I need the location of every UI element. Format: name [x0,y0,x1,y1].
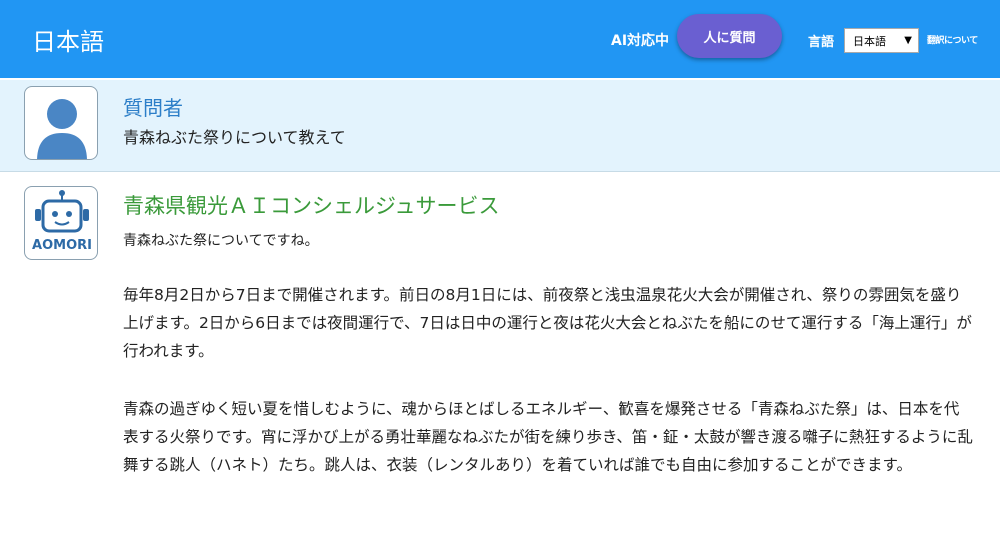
about-translation-link[interactable]: 翻訳について [927,33,978,46]
bot-sender-name: 青森県観光ＡＩコンシェルジュサービス [123,194,500,218]
caret-down-icon: ▼ [904,35,912,46]
app-title: 日本語 [32,28,104,56]
logo-text: AOMORI [32,238,92,253]
app-header: 日本語 AI対応中 人に質問 言語 日本語 ▼ 翻訳について [0,0,1000,78]
ai-status-label: AI対応中 [611,33,670,49]
bot-paragraph-1: 毎年8月2日から7日まで開催されます。前日の8月1日には、前夜祭と浅虫温泉花火大… [123,286,972,360]
language-label: 言語 [808,35,835,50]
language-select-value: 日本語 [853,34,886,48]
bot-lead-text: 青森ねぶた祭についてですね。 [123,233,319,249]
ask-human-button[interactable]: 人に質問 [677,14,782,58]
language-select[interactable]: 日本語 ▼ [844,28,919,53]
bot-paragraph-2: 青森の過ぎゆく短い夏を惜しむように、魂からほとばしるエネルギー、歓喜を爆発させる… [123,400,973,474]
robot-logo-icon: AOMORI [24,186,98,260]
user-message-text: 青森ねぶた祭りについて教えて [123,128,346,147]
user-avatar-icon [24,86,98,160]
user-sender-name: 質問者 [123,96,183,120]
